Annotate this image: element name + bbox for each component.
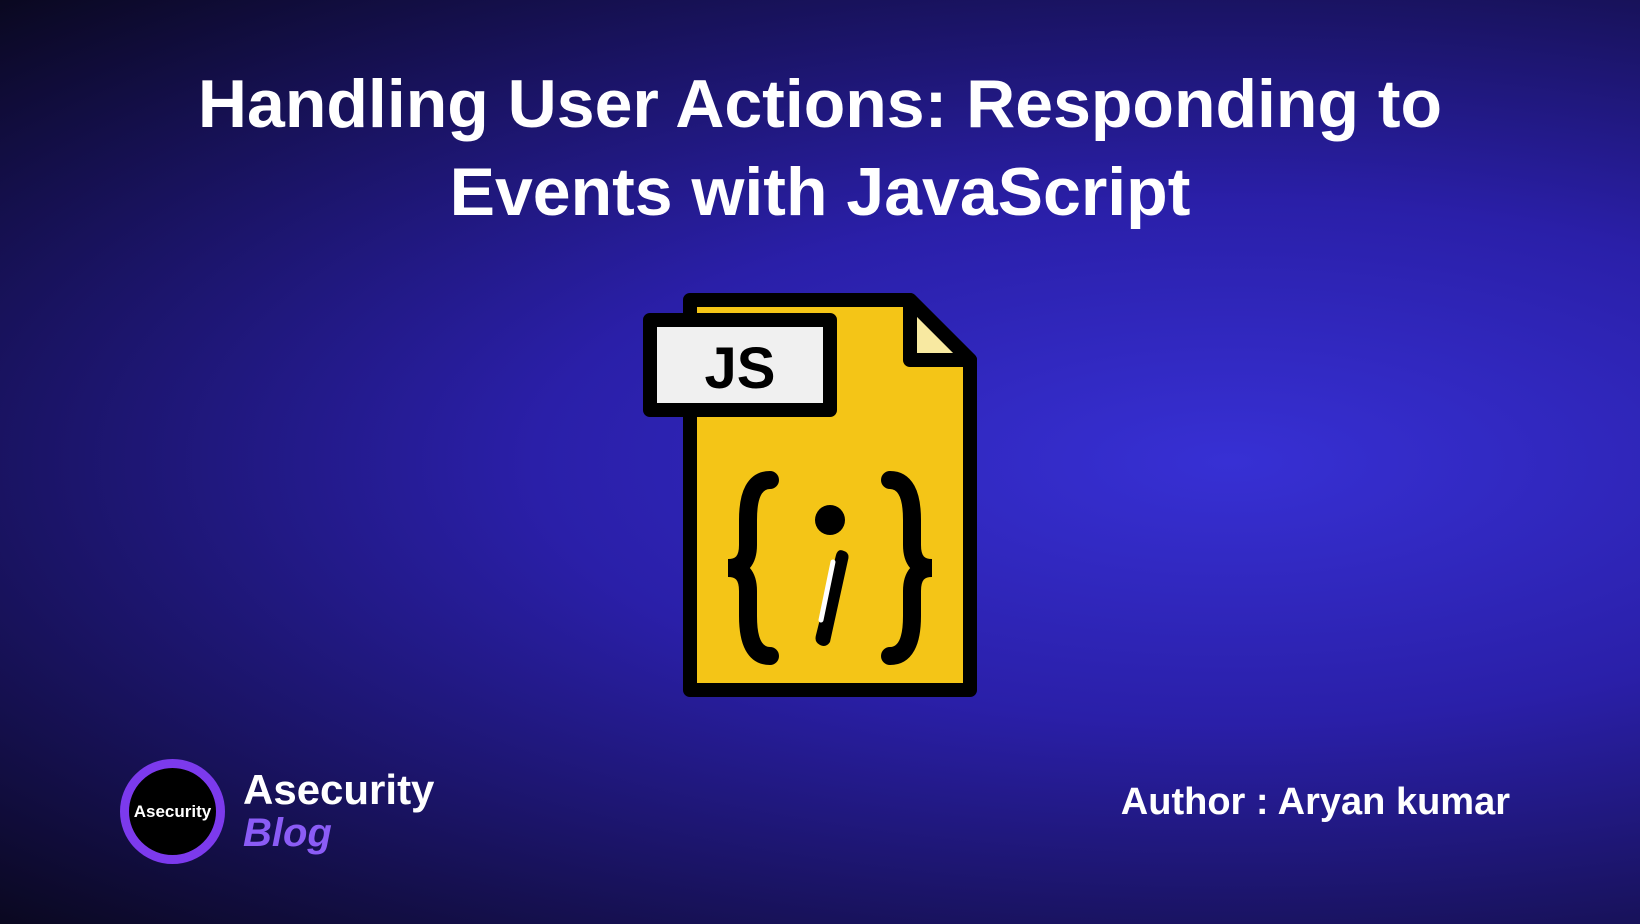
js-label: JS <box>705 336 776 401</box>
page-title: Handling User Actions: Responding to Eve… <box>0 60 1640 237</box>
logo-badge-text: Asecurity <box>134 802 211 822</box>
author-credit: Author : Aryan kumar <box>1121 781 1510 824</box>
logo-text-line2: Blog <box>243 811 434 855</box>
js-file-icon: JS <box>630 260 1010 725</box>
logo-text-line1: Asecurity <box>243 769 434 811</box>
site-logo: Asecurity Asecurity Blog <box>120 759 434 864</box>
logo-badge: Asecurity <box>120 759 225 864</box>
